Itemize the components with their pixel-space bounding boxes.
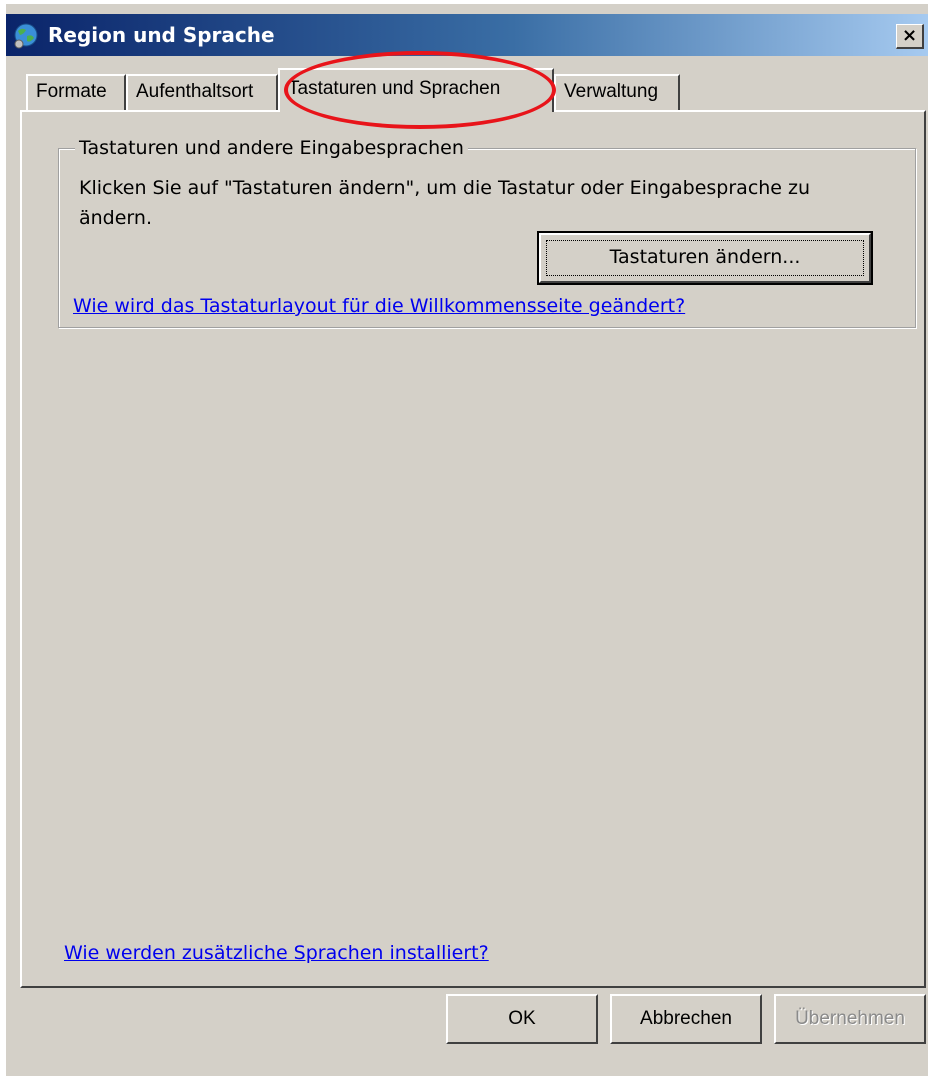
tab-tastaturen-und-sprachen[interactable]: Tastaturen und Sprachen <box>278 68 554 112</box>
tab-formate[interactable]: Formate <box>26 74 126 110</box>
tab-aufenthaltsort[interactable]: Aufenthaltsort <box>126 74 278 110</box>
dialog-window: Region und Sprache × Formate Aufenthalts… <box>6 4 928 1076</box>
change-keyboards-button[interactable]: Tastaturen ändern... <box>537 231 873 285</box>
tab-verwaltung[interactable]: Verwaltung <box>554 74 680 110</box>
tab-panel: Tastaturen und andere Eingabesprachen Kl… <box>20 110 926 988</box>
close-button[interactable]: × <box>896 24 924 49</box>
ok-button[interactable]: OK <box>446 994 598 1044</box>
window-title: Region und Sprache <box>48 23 275 47</box>
change-keyboards-label: Tastaturen ändern... <box>609 246 801 268</box>
groupbox-legend: Tastaturen und andere Eingabesprachen <box>75 135 468 161</box>
apply-button: Übernehmen <box>774 994 926 1044</box>
keyboards-groupbox: Tastaturen und andere Eingabesprachen Kl… <box>58 135 916 328</box>
cancel-button[interactable]: Abbrechen <box>610 994 762 1044</box>
title-bar[interactable]: Region und Sprache × <box>6 14 928 56</box>
globe-icon <box>14 23 38 49</box>
install-languages-link[interactable]: Wie werden zusätzliche Sprachen installi… <box>64 940 489 966</box>
welcome-screen-layout-link[interactable]: Wie wird das Tastaturlayout für die Will… <box>73 293 685 319</box>
groupbox-description: Klicken Sie auf "Tastaturen ändern", um … <box>79 177 811 229</box>
